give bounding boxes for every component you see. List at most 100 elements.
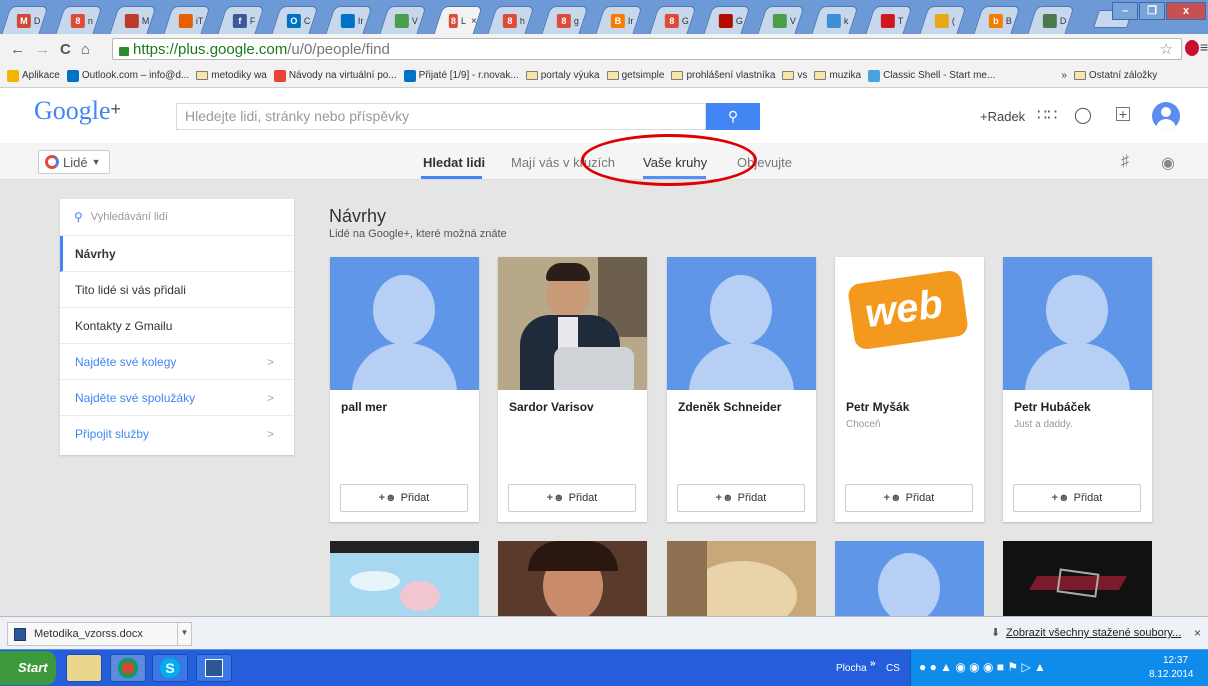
person-card[interactable]: Zdeněk Schneider +☻ Přidat [667, 257, 816, 522]
browser-tab[interactable]: 8g [541, 6, 589, 34]
tab-find-people[interactable]: Hledat lidi [423, 155, 485, 170]
person-card-partial[interactable] [498, 541, 647, 616]
search-input[interactable]: Hledejte lidi, stránky nebo příspěvky [176, 103, 706, 130]
show-all-downloads-link[interactable]: Zobrazit všechny stažené soubory... [1006, 627, 1181, 639]
home-icon[interactable]: ⌂ [81, 41, 90, 58]
browser-menu-icon[interactable]: ≡ [1200, 39, 1208, 55]
browser-tab[interactable]: B Ir [595, 6, 643, 34]
add-person-button[interactable]: +☻ Přidat [508, 484, 636, 512]
person-name[interactable]: Petr Hubáček [1014, 400, 1091, 414]
sidebar-item-suggestions[interactable]: Návrhy [60, 236, 294, 272]
browser-tab[interactable]: T [865, 6, 913, 34]
close-icon[interactable]: × [1194, 626, 1201, 640]
close-tab-icon[interactable]: × [471, 16, 477, 27]
person-name[interactable]: Zdeněk Schneider [678, 400, 781, 414]
browser-tab[interactable]: 8n [55, 6, 103, 34]
add-person-button[interactable]: +☻ Přidat [1013, 484, 1141, 512]
share-plus-icon[interactable]: + [1116, 107, 1130, 121]
add-person-button[interactable]: +☻ Přidat [677, 484, 805, 512]
browser-tab[interactable]: k [811, 6, 859, 34]
notifications-bell-icon[interactable]: ◯ [1074, 105, 1092, 125]
chrome-taskbar-icon[interactable] [110, 654, 146, 682]
toolbar-expand-icon[interactable]: » [870, 658, 876, 669]
person-card-partial[interactable] [835, 541, 984, 616]
user-profile-link[interactable]: +Radek [980, 109, 1025, 124]
bookmark-item[interactable]: Outlook.com – info@d... [66, 69, 189, 82]
explorer-taskbar-icon[interactable] [66, 654, 102, 682]
browser-tab[interactable]: ( [919, 6, 967, 34]
circles-icon[interactable]: ♯ [1121, 153, 1129, 171]
bookmark-item[interactable]: metodiky wa [196, 70, 267, 81]
sidebar-item-added-you[interactable]: Tito lidé si vás přidali [60, 272, 294, 308]
browser-tab[interactable]: G [703, 6, 751, 34]
tray-icons[interactable]: ● ● ▲ ◉ ◉ ◉ ■ ⚑ ▷ ▲ [919, 660, 1046, 674]
sidebar-search[interactable]: ⚲ Vyhledávání lidí [60, 199, 294, 236]
start-button[interactable]: Start [0, 651, 56, 685]
browser-tab[interactable]: V [379, 6, 427, 34]
reload-icon[interactable]: C [60, 41, 71, 58]
bookmark-item[interactable]: vs [782, 70, 807, 81]
bookmark-star-icon[interactable]: ☆ [1160, 40, 1173, 58]
bookmark-item[interactable]: portaly výuka [525, 70, 600, 81]
bookmarks-more-button[interactable]: » [1061, 70, 1067, 81]
close-icon[interactable]: x [1166, 2, 1206, 20]
word-taskbar-icon[interactable] [196, 654, 232, 682]
person-card-partial[interactable] [1003, 541, 1152, 616]
browser-tab[interactable]: M [109, 6, 157, 34]
browser-tab[interactable]: bB [973, 6, 1021, 34]
avatar[interactable] [1152, 102, 1180, 130]
add-person-button[interactable]: +☻ Přidat [340, 484, 468, 512]
browser-tab[interactable]: 8 L × [433, 6, 483, 34]
bookmark-item[interactable]: Přijaté [1/9] - r.novak... [403, 69, 519, 82]
browser-tab[interactable]: OC [271, 6, 319, 34]
download-item[interactable]: Metodika_vzorss.docx ▼ [7, 622, 192, 646]
download-file-name: Metodika_vzorss.docx [34, 628, 143, 640]
bookmark-item[interactable]: Návody na virtuální po... [273, 69, 397, 82]
add-person-button[interactable]: +☻ Přidat [845, 484, 973, 512]
bookmark-item[interactable]: Aplikace [7, 69, 60, 82]
url-field[interactable]: https://plus.google.com/u/0/people/find … [112, 38, 1182, 60]
clock-time[interactable]: 12:37 [1163, 655, 1188, 666]
clock-date[interactable]: 8.12.2014 [1149, 669, 1194, 680]
person-card[interactable]: web Petr Myšák Choceň +☻ Přidat [835, 257, 984, 522]
browser-tab[interactable]: iT [163, 6, 211, 34]
search-button[interactable]: ⚲ [706, 103, 760, 130]
browser-tab[interactable]: V [757, 6, 805, 34]
browser-tab[interactable]: 8G [649, 6, 697, 34]
maximize-icon[interactable]: ❐ [1139, 2, 1165, 20]
browser-tab[interactable]: MD [1, 6, 49, 34]
hangouts-icon[interactable]: ◉ [1161, 153, 1175, 173]
person-name[interactable]: pall mer [341, 400, 387, 414]
bookmark-item[interactable]: Classic Shell - Start me... [868, 69, 995, 82]
sidebar-item-find-classmates[interactable]: Najděte své spolužáky > [60, 380, 294, 416]
sidebar-item-find-colleagues[interactable]: Najděte své kolegy > [60, 344, 294, 380]
bookmark-item[interactable]: muzika [814, 70, 861, 81]
person-name[interactable]: Sardor Varisov [509, 400, 594, 414]
google-plus-logo[interactable]: Google+ [34, 96, 121, 126]
minimize-icon[interactable]: – [1112, 2, 1138, 20]
apps-grid-icon[interactable]: ∷∷ [1037, 105, 1057, 125]
bookmark-item[interactable]: prohlášení vlastníka [671, 70, 775, 81]
skype-taskbar-icon[interactable]: S [152, 654, 188, 682]
sidebar-item-gmail-contacts[interactable]: Kontakty z Gmailu [60, 308, 294, 344]
browser-tab[interactable]: fF [217, 6, 265, 34]
chevron-down-icon[interactable]: ▼ [177, 623, 191, 645]
person-name[interactable]: Petr Myšák [846, 400, 909, 414]
back-icon[interactable]: ← [10, 41, 25, 58]
desktop-toolbar-label[interactable]: Plocha [836, 663, 867, 674]
person-card-partial[interactable] [330, 541, 479, 616]
browser-tab[interactable]: D [1027, 6, 1075, 34]
bookmark-item[interactable]: getsimple [606, 70, 664, 81]
sidebar-item-connect-services[interactable]: Připojit služby > [60, 416, 294, 452]
extension-icon[interactable] [1185, 40, 1199, 56]
person-card[interactable]: Sardor Varisov +☻ Přidat [498, 257, 647, 522]
person-card-partial[interactable] [667, 541, 816, 616]
browser-tab[interactable]: 8h [487, 6, 535, 34]
person-card[interactable]: pall mer +☻ Přidat [330, 257, 479, 522]
section-selector[interactable]: Lidé ▼ [38, 150, 110, 174]
language-indicator[interactable]: CS [886, 663, 900, 674]
forward-icon[interactable]: → [35, 41, 50, 58]
person-card[interactable]: Petr Hubáček Just a daddy. +☻ Přidat [1003, 257, 1152, 522]
other-bookmarks-folder[interactable]: Ostatní záložky [1073, 70, 1157, 81]
browser-tab[interactable]: Ir [325, 6, 373, 34]
